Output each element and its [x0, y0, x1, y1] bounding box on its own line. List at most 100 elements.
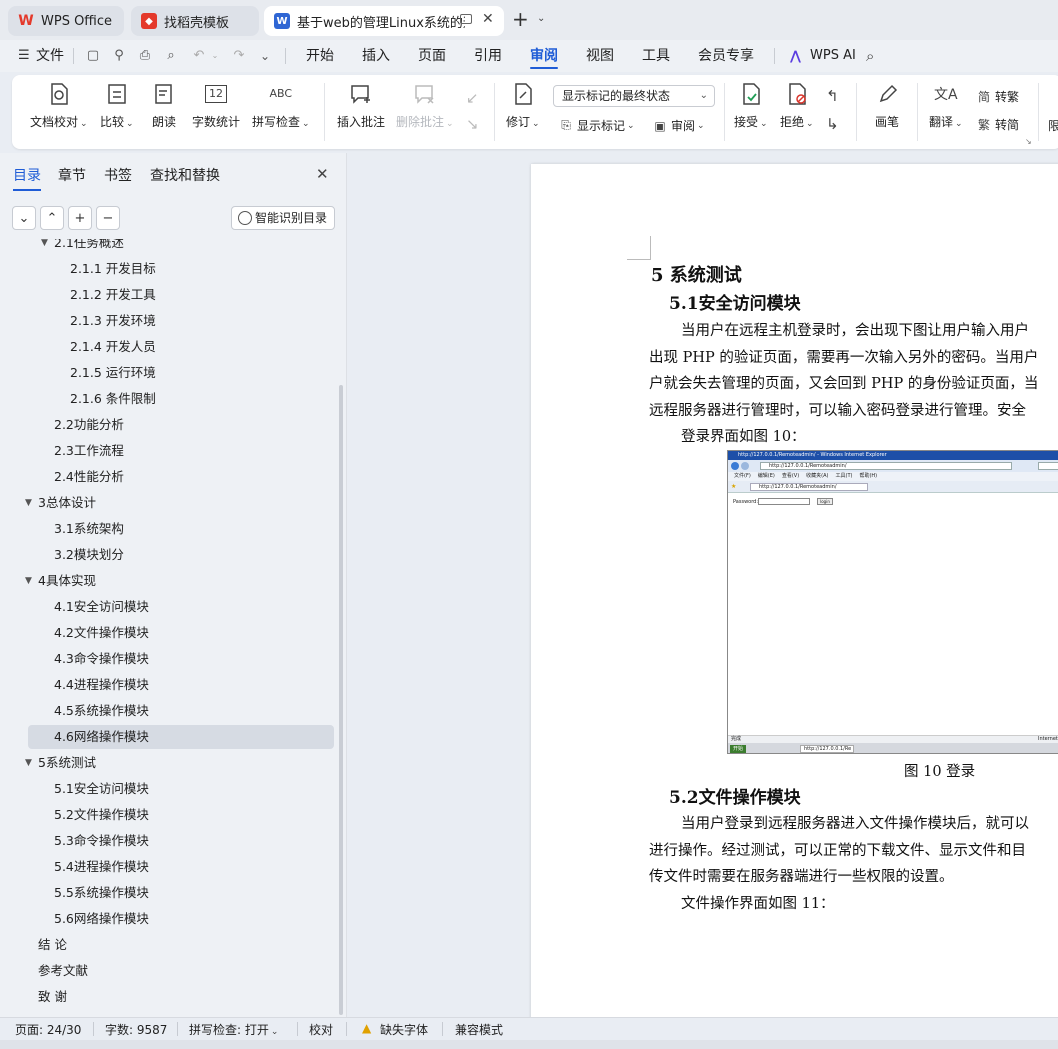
toc-item[interactable]: 参考文献 — [38, 959, 88, 983]
toc-item[interactable]: 4.4进程操作模块 — [54, 673, 149, 697]
menu-review[interactable]: 审阅 — [530, 40, 558, 72]
page-indicator[interactable]: 页面: 24/30 — [15, 1021, 81, 1038]
word-count-button[interactable]: 12 字数统计 — [192, 81, 240, 130]
toc-item[interactable]: 5.5系统操作模块 — [54, 881, 149, 905]
collapse-down-button[interactable]: ⌄ — [12, 206, 36, 230]
close-pane-icon[interactable]: ✕ — [316, 165, 329, 183]
translate-button[interactable]: 文A 翻译 ⌄ — [929, 81, 963, 130]
toc-item[interactable]: 5.4进程操作模块 — [54, 855, 149, 879]
markup-mode-select[interactable]: 显示标记的最终状态 ⌄ — [553, 85, 715, 107]
menu-reference[interactable]: 引用 — [474, 40, 502, 72]
toc-item[interactable]: 4.5系统操作模块 — [54, 699, 149, 723]
toc-item[interactable]: 4具体实现 — [38, 569, 96, 593]
expand-corner-icon[interactable]: ↘ — [1025, 137, 1032, 146]
tab-sections[interactable]: 章节 — [58, 165, 86, 185]
tab-docer[interactable]: ◆ 找稻壳模板 — [131, 6, 259, 36]
menu-page[interactable]: 页面 — [418, 40, 446, 72]
toc-item[interactable]: 4.2文件操作模块 — [54, 621, 149, 645]
expand-caret-icon[interactable]: ▼ — [25, 758, 32, 768]
toc-item[interactable]: 2.1.6 条件限制 — [70, 387, 156, 411]
tab-toc[interactable]: 目录 — [13, 165, 41, 191]
revise-button[interactable]: 修订 ⌄ — [506, 81, 540, 130]
to-traditional-button[interactable]: 简 转繁 — [976, 88, 1019, 105]
menu-view[interactable]: 视图 — [586, 40, 614, 72]
tab-wps-office[interactable]: W WPS Office — [8, 6, 124, 36]
hamburger-icon[interactable]: ☰ — [18, 48, 30, 63]
toc-item[interactable]: 3.1系统架构 — [54, 517, 124, 541]
previous-change-icon[interactable]: ↰ — [826, 87, 839, 105]
show-markup-button[interactable]: ⎘ 显示标记 ⌄ — [558, 117, 634, 134]
menu-insert[interactable]: 插入 — [362, 40, 390, 72]
spell-check-button[interactable]: ABC 拼写检查 ⌄ — [252, 81, 310, 130]
doc-check-button[interactable]: 文档校对 ⌄ — [30, 81, 88, 130]
ribbon-partial-label[interactable]: 限 — [1048, 117, 1058, 134]
toc-item[interactable]: 2.1.2 开发工具 — [70, 283, 156, 307]
menu-wps-ai[interactable]: WPS AI — [810, 40, 856, 72]
next-change-icon[interactable]: ↳ — [826, 115, 839, 133]
tab-current-document[interactable]: W 基于web的管理Linux系统的远 ✕ — [264, 6, 504, 36]
toc-item[interactable]: 结 论 — [38, 933, 67, 957]
menu-member[interactable]: 会员专享 — [698, 40, 754, 72]
delete-comment-button[interactable]: 删除批注 ⌄ — [396, 81, 454, 130]
toc-item[interactable]: 2.3工作流程 — [54, 439, 124, 463]
proofread-status[interactable]: 校对 — [309, 1021, 333, 1038]
toc-item[interactable]: 5.2文件操作模块 — [54, 803, 149, 827]
toc-item[interactable]: 2.4性能分析 — [54, 465, 124, 489]
close-tab-icon[interactable]: ✕ — [482, 11, 494, 27]
more-chevron-icon[interactable]: ⌄ — [256, 48, 274, 64]
smart-toc-button[interactable]: 智能识别目录 — [231, 206, 335, 230]
search-icon[interactable]: ⌕ — [866, 47, 874, 65]
toc-item[interactable]: 2.2功能分析 — [54, 413, 124, 437]
toc-item[interactable]: 4.1安全访问模块 — [54, 595, 149, 619]
read-aloud-button[interactable]: 朗读 — [151, 81, 177, 130]
print-preview-icon[interactable]: ⌕ — [162, 48, 180, 64]
review-pane-button[interactable]: ▣ 审阅 ⌄ — [652, 117, 704, 134]
remove-heading-button[interactable]: − — [96, 206, 120, 230]
reject-button[interactable]: 拒绝 ⌄ — [780, 81, 814, 130]
expand-caret-icon[interactable]: ▼ — [41, 239, 48, 248]
tab-find-replace[interactable]: 查找和替换 — [150, 165, 220, 185]
undo-chevron-icon[interactable]: ⌄ — [206, 48, 224, 64]
compare-button[interactable]: 比较 ⌄ — [100, 81, 134, 130]
toc-item[interactable]: 2.1.1 开发目标 — [70, 257, 156, 281]
missing-font-status[interactable]: 缺失字体 — [380, 1021, 428, 1038]
save-icon[interactable]: ▢ — [84, 48, 102, 64]
tab-list-chevron-icon[interactable]: ⌄ — [537, 13, 545, 24]
toc-item[interactable]: 致 谢 — [38, 985, 67, 1009]
toc-item[interactable]: 5.6网络操作模块 — [54, 907, 149, 931]
insert-comment-button[interactable]: 插入批注 — [337, 81, 385, 130]
toc-item[interactable]: 2.1.5 运行环境 — [70, 361, 156, 385]
menu-tools[interactable]: 工具 — [642, 40, 670, 72]
expand-caret-icon[interactable]: ▼ — [25, 576, 32, 586]
screen-icon[interactable] — [460, 14, 472, 24]
pen-button[interactable]: 画笔 — [874, 81, 900, 130]
compat-mode-status[interactable]: 兼容模式 — [455, 1021, 503, 1038]
print-icon[interactable]: ⎙ — [136, 48, 154, 64]
toc-item[interactable]: 2.1任务概述 — [54, 239, 124, 255]
toc-item[interactable]: 5.3命令操作模块 — [54, 829, 149, 853]
toc-item[interactable]: 3.2模块划分 — [54, 543, 124, 567]
to-simplified-button[interactable]: 繁 转简 — [976, 116, 1019, 133]
toc-item[interactable]: 5.1安全访问模块 — [54, 777, 149, 801]
share-icon[interactable]: ⚲ — [110, 48, 128, 64]
redo-icon[interactable]: ↷ — [230, 48, 248, 64]
word-count-indicator[interactable]: 字数: 9587 — [105, 1021, 167, 1038]
toc-item[interactable]: 4.3命令操作模块 — [54, 647, 149, 671]
accept-button[interactable]: 接受 ⌄ — [734, 81, 768, 130]
toc-item[interactable]: 5系统测试 — [38, 751, 96, 775]
next-comment-icon[interactable]: ↘ — [466, 115, 479, 133]
add-heading-button[interactable]: + — [68, 206, 92, 230]
menu-home[interactable]: 开始 — [306, 40, 334, 72]
spell-check-status[interactable]: 拼写检查: 打开 ⌄ — [189, 1021, 278, 1038]
menu-file[interactable]: 文件 — [36, 40, 64, 72]
previous-comment-icon[interactable]: ↙ — [466, 89, 479, 107]
toc-item[interactable]: 2.1.3 开发环境 — [70, 309, 156, 333]
new-tab-button[interactable]: + — [512, 9, 529, 29]
collapse-up-button[interactable]: ⌃ — [40, 206, 64, 230]
toc-scrollbar[interactable] — [339, 385, 343, 1015]
toc-item[interactable]: 4.6网络操作模块 — [54, 725, 149, 749]
document-page[interactable]: 5 系统测试 5.1安全访问模块 当用户在远程主机登录时，会出现下图让用户输入用… — [531, 164, 1058, 1017]
tab-bookmarks[interactable]: 书签 — [104, 165, 132, 185]
toc-item[interactable]: 2.1.4 开发人员 — [70, 335, 156, 359]
expand-caret-icon[interactable]: ▼ — [25, 498, 32, 508]
